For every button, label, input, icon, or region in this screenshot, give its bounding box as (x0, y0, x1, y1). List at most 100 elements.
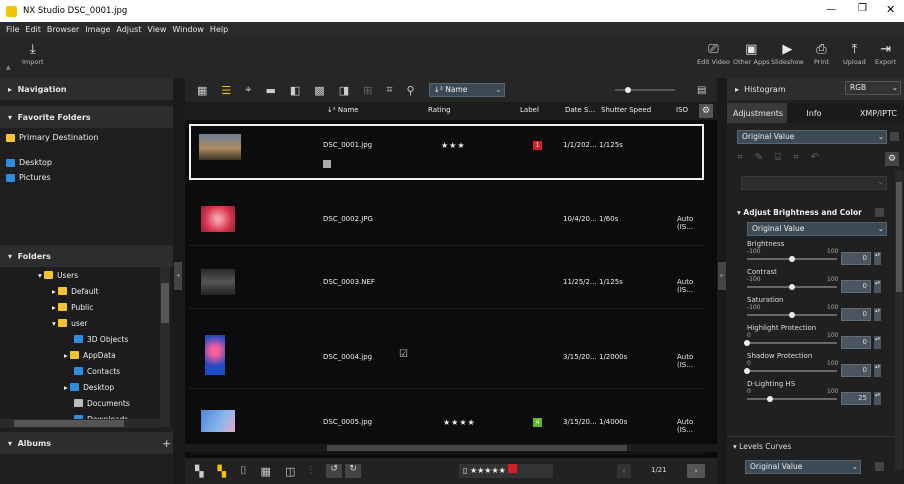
close-button[interactable]: ✕ (886, 3, 895, 16)
original-value-dropdown[interactable]: Original Value ⌄ (747, 222, 887, 236)
column-settings-icon[interactable]: ⚙ (699, 104, 713, 118)
rating-stars[interactable]: ★★★ (441, 141, 466, 150)
compare-checkbox[interactable] (890, 132, 899, 141)
list-view-icon[interactable]: ☰ (221, 84, 231, 97)
slider-value-input[interactable]: 0 (841, 336, 871, 349)
label-filter-icon[interactable]: ▚ (195, 465, 203, 478)
table-row[interactable]: DSC_0002.JPG 10/4/20... 1/60s Auto (IS..… (189, 184, 704, 246)
thumbnail-size-slider[interactable] (605, 85, 685, 95)
map-view-icon[interactable]: ⌖ (245, 83, 251, 97)
tree-item-users[interactable]: ▾ Users (0, 267, 173, 283)
slider-value-input[interactable]: 0 (841, 252, 871, 265)
filter-icon[interactable]: ⚲ (407, 84, 415, 97)
tree-item-contacts[interactable]: Contacts (0, 363, 173, 379)
slider-value-input[interactable]: 25 (841, 392, 871, 405)
slider-track[interactable] (747, 342, 837, 344)
table-row[interactable]: DSC_0003.NEF 11/25/2... 1/125s Auto (IS.… (189, 247, 704, 309)
slider-knob[interactable] (789, 284, 795, 290)
color-label-badge[interactable]: 1 (533, 141, 542, 150)
histogram-toggle-icon[interactable]: ⫶ (309, 464, 312, 478)
rating-stars[interactable]: ★★★★ (443, 418, 476, 427)
rating-stars-bar[interactable]: ★★★★★ (470, 466, 506, 475)
menu-adjust[interactable]: Adjust (116, 25, 141, 34)
filmstrip-view-icon[interactable]: ◨ (339, 84, 349, 97)
right-scrollbar[interactable] (895, 170, 903, 470)
tree-horizontal-scrollbar[interactable] (0, 419, 160, 428)
slider-knob[interactable] (789, 312, 795, 318)
column-name[interactable]: ↓² Name (327, 106, 359, 114)
table-row[interactable]: DSC_0004.jpg ☑ 3/15/20... 1/2000s Auto (… (189, 321, 704, 389)
other-apps-button[interactable]: ▣ Other Apps (733, 42, 770, 66)
import-button[interactable]: ⤓ Import (22, 42, 44, 66)
primary-destination-item[interactable]: Primary Destination (0, 130, 173, 145)
menu-browser[interactable]: Browser (47, 25, 79, 34)
slider-value-input[interactable]: 0 (841, 364, 871, 377)
menu-help[interactable]: Help (210, 25, 228, 34)
adjust-brightness-header[interactable]: ▾ Adjust Brightness and Color (737, 208, 862, 217)
menu-image[interactable]: Image (85, 25, 110, 34)
tree-item-3d-objects[interactable]: 3D Objects (0, 331, 173, 347)
stepper-icon[interactable]: ▴▾ (874, 252, 881, 265)
fit-icon[interactable]: ⌗ (386, 83, 392, 97)
favorite-folders-header[interactable]: ▾ Favorite Folders (0, 106, 173, 128)
slider-knob[interactable] (789, 256, 795, 262)
color-label-badge[interactable]: 4 (533, 418, 542, 427)
column-rating[interactable]: Rating (428, 106, 451, 114)
slider-track[interactable] (747, 398, 837, 400)
delete-icon[interactable]: ▯ (463, 466, 467, 475)
albums-header[interactable]: ▾ Albums + (0, 432, 173, 454)
rotate-left-icon[interactable]: ↺ (326, 464, 343, 478)
slider-value-input[interactable]: 0 (841, 280, 871, 293)
undo-icon[interactable]: ↶ (811, 152, 819, 163)
tree-item-public[interactable]: ▸ Public (0, 299, 173, 315)
folders-header[interactable]: ▾ Folders (0, 245, 173, 267)
favorite-desktop-item[interactable]: Desktop (0, 155, 173, 170)
table-row[interactable]: DSC_0001.jpg ★★★ 1 1/1/202... 1/125s (189, 124, 704, 180)
tree-item-user[interactable]: ▾ user (0, 315, 173, 331)
column-label[interactable]: Label (520, 106, 539, 114)
histogram-header[interactable]: ▸ Histogram RGB ⌄ (727, 78, 904, 100)
tab-xmp-iptc[interactable]: XMP/IPTC (841, 109, 901, 118)
levels-original-dropdown[interactable]: Original Value ⌄ (745, 460, 861, 474)
slider-knob[interactable] (744, 340, 750, 346)
levels-checkbox[interactable] (875, 462, 884, 471)
crop-icon[interactable]: ⌗ (737, 152, 743, 163)
stepper-icon[interactable]: ▴▾ (874, 364, 881, 377)
display-options-icon[interactable]: ⊞ (363, 84, 372, 97)
stepper-icon[interactable]: ▴▾ (874, 308, 881, 321)
slider-value-input[interactable]: 0 (841, 308, 871, 321)
column-iso[interactable]: ISO (676, 106, 688, 114)
list-horizontal-scrollbar[interactable] (185, 444, 717, 452)
export-button[interactable]: ⇥ Export (875, 42, 896, 66)
rotate-right-icon[interactable]: ↻ (345, 464, 362, 478)
compare-icon[interactable]: ◫ (285, 465, 295, 478)
add-album-icon[interactable]: + (162, 437, 171, 450)
tree-item-default[interactable]: ▸ Default (0, 283, 173, 299)
compare-view-icon[interactable]: ◧ (290, 84, 300, 97)
collapse-toolbar-icon[interactable]: ▲ (6, 64, 11, 71)
tree-item-appdata[interactable]: ▸ AppData (0, 347, 173, 363)
stepper-icon[interactable]: ▴▾ (874, 280, 881, 293)
column-date[interactable]: Date S... (565, 106, 595, 114)
tree-item-documents[interactable]: Documents (0, 395, 173, 411)
stepper-icon[interactable]: ▴▾ (874, 336, 881, 349)
menu-view[interactable]: View (147, 25, 166, 34)
slider-knob[interactable] (744, 368, 750, 374)
tab-info[interactable]: Info (787, 109, 841, 118)
slideshow-button[interactable]: ▶ Slideshow (771, 42, 804, 66)
tree-item-desktop[interactable]: ▸ Desktop (0, 379, 173, 395)
print-button[interactable]: ⎙ Print (814, 42, 829, 66)
adjust-section-checkbox[interactable] (875, 208, 884, 217)
favorite-pictures-item[interactable]: Pictures (0, 170, 173, 185)
perspective-icon[interactable]: ⌗ (793, 152, 799, 163)
sort-dropdown[interactable]: ↓² Name ⌄ (428, 83, 505, 97)
slider-track[interactable] (747, 370, 837, 372)
select-label-icon[interactable]: ▚ (217, 465, 225, 478)
prev-page-button[interactable]: ‹ (617, 464, 631, 478)
original-value-dropdown-top[interactable]: Original Value ⌄ (737, 130, 887, 144)
rating-bar[interactable]: ▯ ★★★★★ (459, 464, 553, 478)
raw-icon[interactable]: ⌷ (240, 464, 247, 478)
grid-icon[interactable]: ▦ (261, 465, 271, 478)
tree-vertical-scrollbar[interactable] (160, 267, 170, 427)
edit-video-button[interactable]: ⎚ Edit Video (697, 42, 730, 66)
